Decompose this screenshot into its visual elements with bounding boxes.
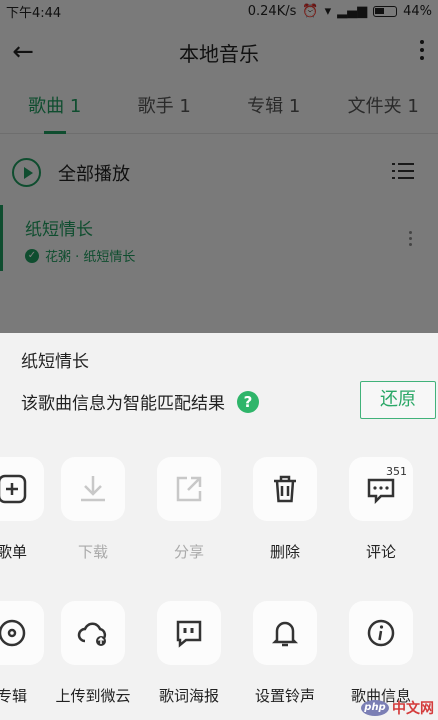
sheet-song-title: 纸短情长: [21, 352, 89, 372]
watermark-logo: php: [361, 700, 389, 716]
action-label: 分享: [173, 543, 204, 561]
action-label: 上传到微云: [55, 687, 131, 705]
song-info-button[interactable]: 歌曲信息: [341, 601, 421, 706]
lyric-poster-icon: [157, 601, 221, 665]
upload-weiyun-button[interactable]: 上传到微云: [53, 601, 133, 706]
album-icon: [0, 601, 44, 665]
bell-icon: [253, 601, 317, 665]
info-icon: [349, 601, 413, 665]
match-info: 该歌曲信息为智能匹配结果 ?: [21, 389, 259, 414]
comment-button[interactable]: 351 评论: [341, 457, 421, 562]
add-to-playlist-icon: [0, 457, 44, 521]
download-icon: [61, 457, 125, 521]
cloud-upload-icon: [61, 601, 125, 665]
action-label: 下载: [77, 543, 108, 561]
download-button[interactable]: 下载: [53, 457, 133, 562]
view-album-button[interactable]: 专辑: [0, 601, 52, 706]
song-action-sheet: 纸短情长 该歌曲信息为智能匹配结果 ? 还原 歌单 下载 分享 删除 351 评…: [0, 333, 438, 720]
set-ringtone-button[interactable]: 设置铃声: [245, 601, 325, 706]
watermark-text: 中文网: [392, 701, 434, 717]
match-info-text: 该歌曲信息为智能匹配结果: [21, 394, 225, 414]
comment-count-badge: 351: [386, 465, 407, 478]
action-label: 歌单: [0, 543, 27, 561]
comment-icon: 351: [349, 457, 413, 521]
add-to-playlist-button[interactable]: 歌单: [0, 457, 52, 562]
action-label: 歌词海报: [158, 687, 219, 705]
help-icon[interactable]: ?: [237, 390, 259, 413]
lyric-poster-button[interactable]: 歌词海报: [149, 601, 229, 706]
watermark: php 中文网: [361, 698, 434, 718]
share-button[interactable]: 分享: [149, 457, 229, 562]
trash-icon: [253, 457, 317, 521]
share-icon: [157, 457, 221, 521]
action-label: 删除: [269, 543, 300, 561]
action-label: 设置铃声: [254, 687, 315, 705]
restore-button[interactable]: 还原: [360, 381, 436, 419]
action-label: 评论: [365, 543, 396, 561]
delete-button[interactable]: 删除: [245, 457, 325, 562]
action-label: 专辑: [0, 687, 27, 705]
